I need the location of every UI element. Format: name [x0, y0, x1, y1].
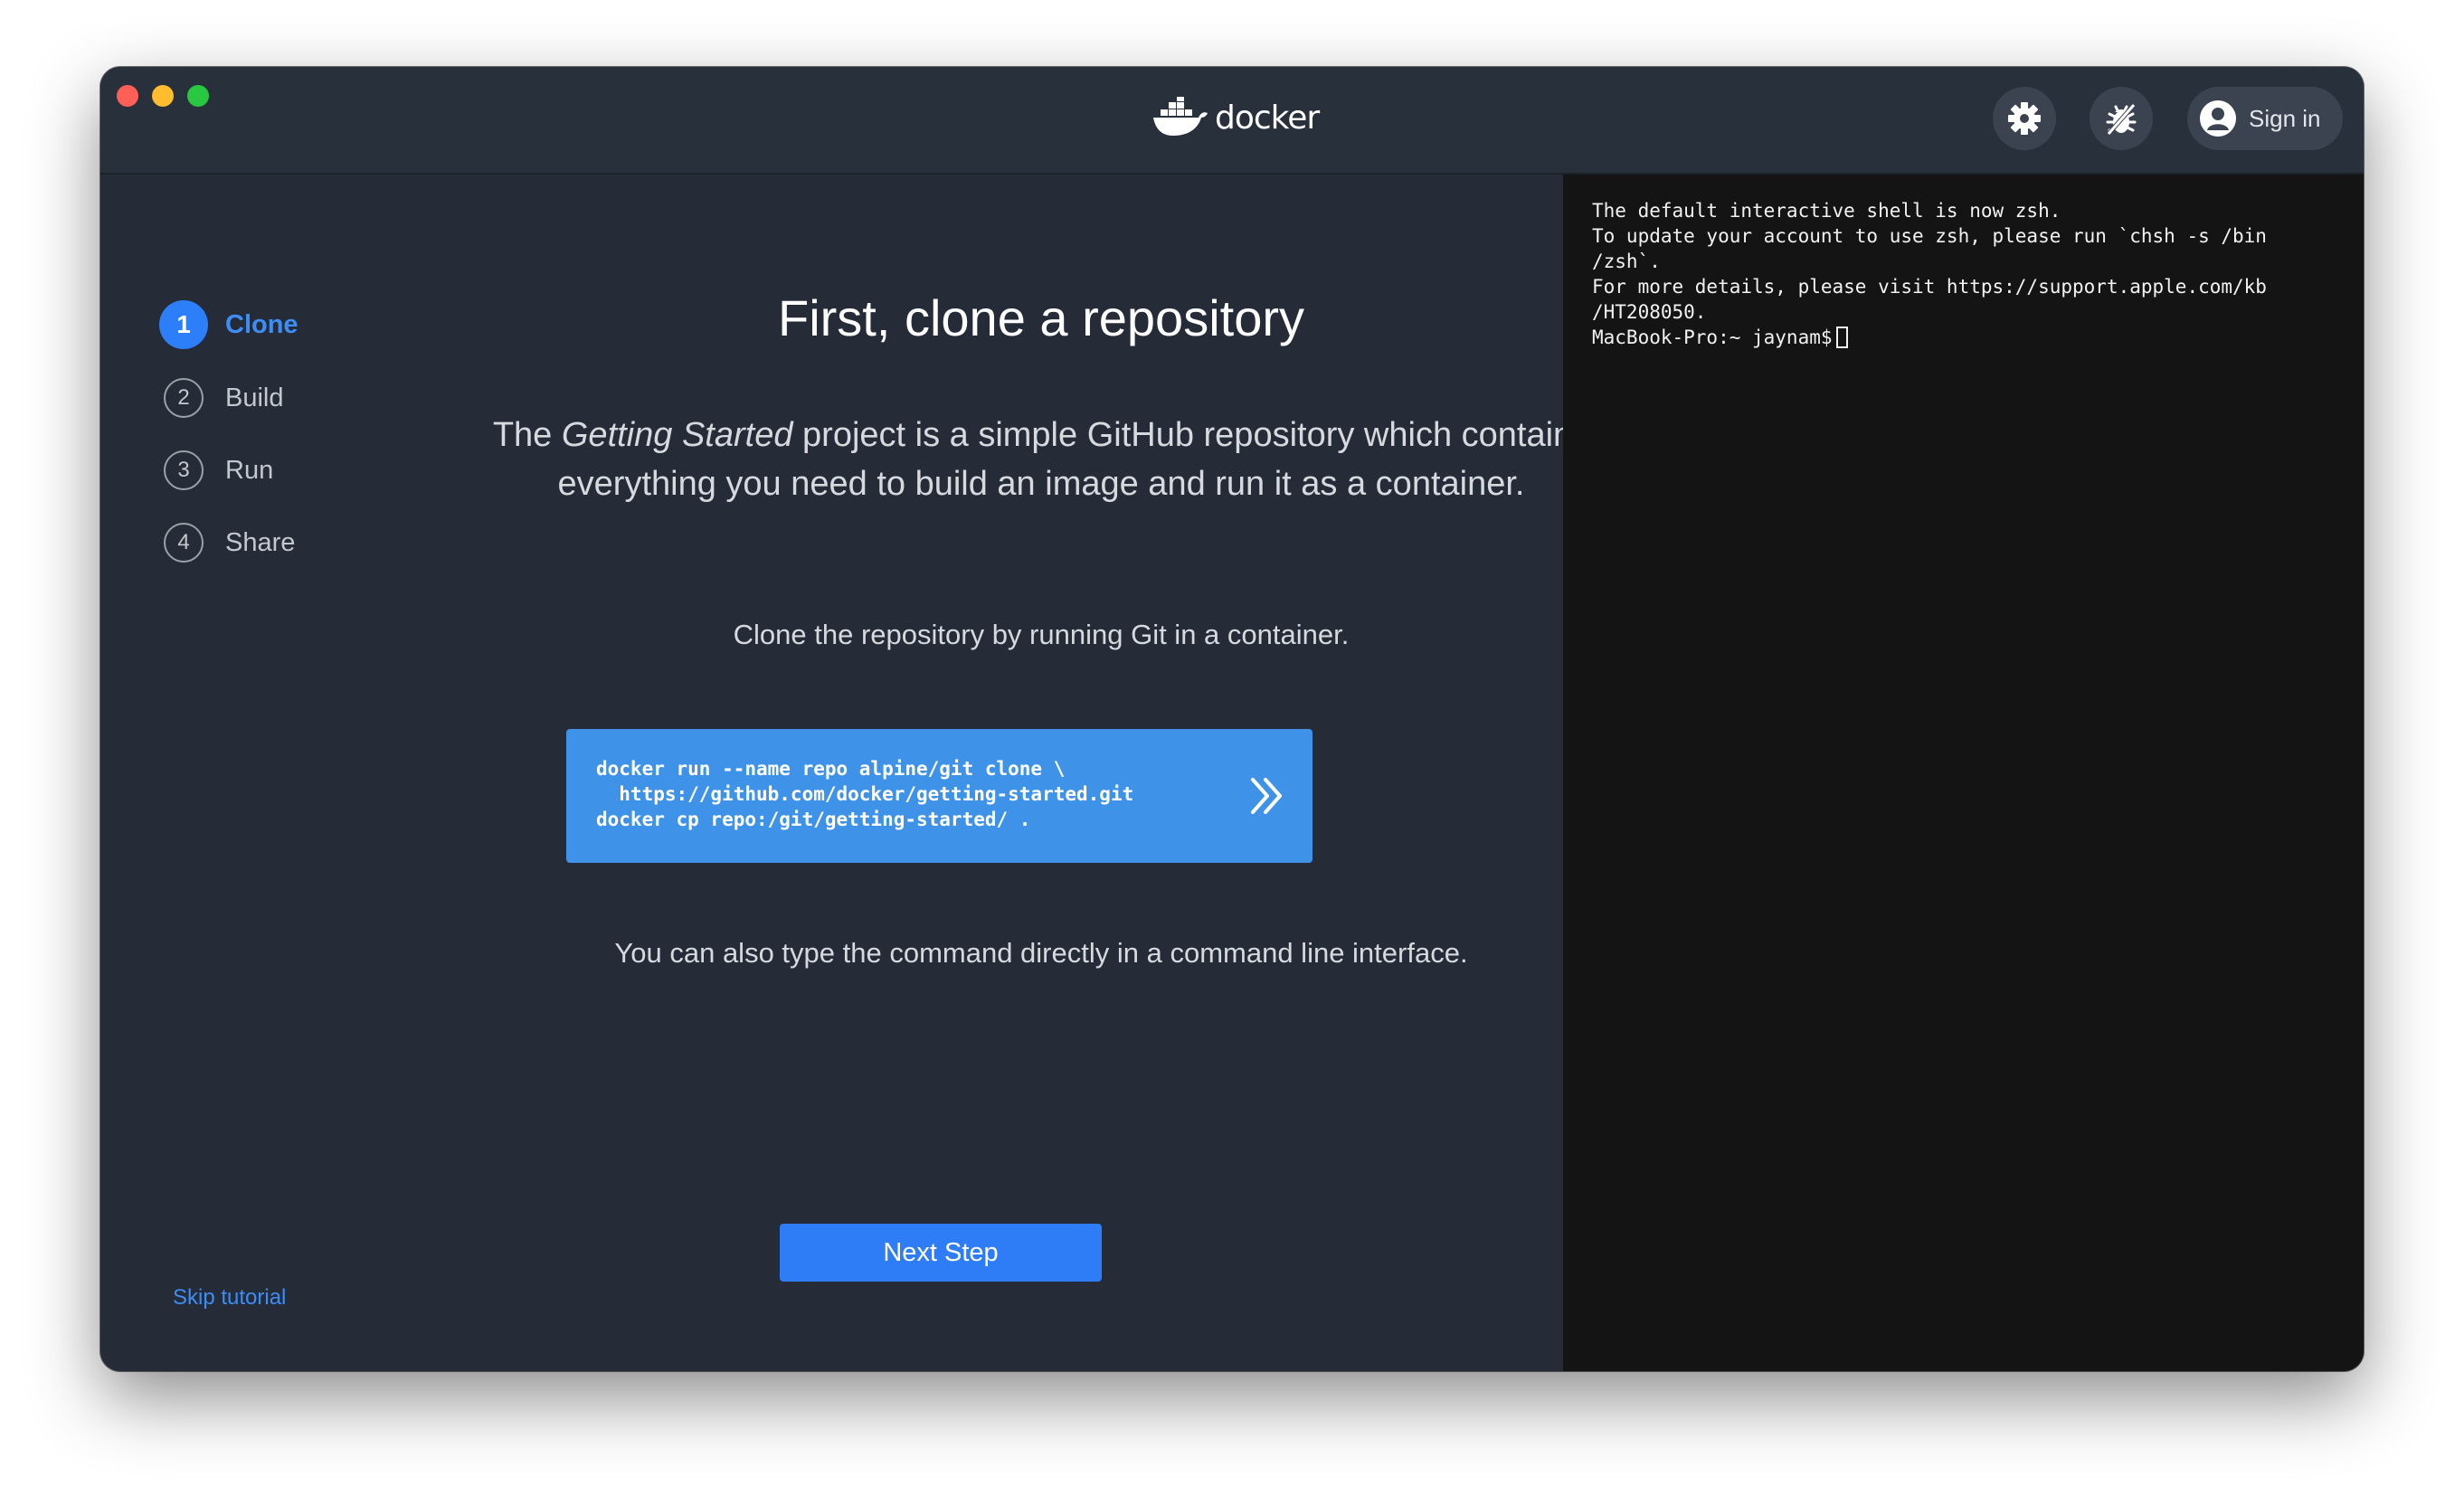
- double-chevron-right-icon[interactable]: [1249, 776, 1285, 816]
- minimize-window-button[interactable]: [152, 85, 174, 107]
- command-line: https://github.com/docker/getting-starte…: [596, 783, 1134, 805]
- sidebar-step-build[interactable]: 2 Build: [164, 378, 284, 418]
- settings-button[interactable]: [1993, 87, 2056, 150]
- terminal-line: /zsh`.: [1592, 251, 1661, 272]
- terminal-panel[interactable]: The default interactive shell is now zsh…: [1563, 175, 2364, 1371]
- title-bar: docker Sign in: [100, 67, 2364, 175]
- terminal-line: The default interactive shell is now zsh…: [1592, 200, 2061, 222]
- terminal-line: For more details, please visit https://s…: [1592, 276, 2267, 298]
- sign-in-button[interactable]: Sign in: [2187, 87, 2343, 150]
- cli-hint: You can also type the command directly i…: [614, 937, 1468, 969]
- intro-emphasis: Getting Started: [561, 416, 793, 454]
- command-line: docker cp repo:/git/getting-started/ .: [596, 809, 1031, 830]
- terminal-prompt: MacBook-Pro:~ jaynam$: [1592, 327, 1833, 348]
- step-number: 3: [164, 450, 204, 490]
- terminal-prompt-line: MacBook-Pro:~ jaynam$: [1592, 325, 2364, 350]
- user-avatar-icon: [2200, 100, 2236, 137]
- docker-whale-icon: [1153, 97, 1208, 136]
- next-step-button[interactable]: Next Step: [780, 1224, 1102, 1282]
- step-number: 2: [164, 378, 204, 418]
- sidebar-step-run[interactable]: 3 Run: [164, 450, 273, 490]
- docker-desktop-window: docker Sign in 1 Clone 2 Build 3 Run 4 S…: [100, 67, 2364, 1371]
- command-box[interactable]: docker run --name repo alpine/git clone …: [566, 729, 1313, 863]
- step-label: Build: [225, 383, 284, 412]
- step-number: 4: [164, 523, 204, 563]
- docker-logo: docker: [1151, 94, 1320, 141]
- gear-icon: [2008, 102, 2041, 135]
- troubleshoot-button[interactable]: [2090, 87, 2153, 150]
- step-number: 1: [159, 300, 208, 349]
- intro-paragraph: The Getting Started project is a simple …: [444, 411, 1638, 508]
- sidebar-step-clone[interactable]: 1 Clone: [159, 300, 299, 349]
- step-label: Clone: [225, 309, 299, 339]
- intro-prefix: The: [492, 416, 562, 454]
- page-title: First, clone a repository: [778, 289, 1304, 346]
- terminal-cursor: [1835, 327, 1848, 348]
- close-window-button[interactable]: [117, 85, 138, 107]
- terminal-line: To update your account to use zsh, pleas…: [1592, 225, 2267, 247]
- zoom-window-button[interactable]: [187, 85, 209, 107]
- skip-tutorial-link[interactable]: Skip tutorial: [173, 1285, 286, 1311]
- terminal-line: /HT208050.: [1592, 301, 1707, 323]
- clone-hint: Clone the repository by running Git in a…: [733, 619, 1350, 650]
- docker-wordmark: docker: [1215, 99, 1320, 137]
- step-label: Share: [225, 527, 296, 557]
- step-label: Run: [225, 455, 274, 485]
- sign-in-label: Sign in: [2249, 104, 2321, 132]
- sidebar-step-share[interactable]: 4 Share: [164, 523, 295, 563]
- bug-icon: [2106, 103, 2137, 136]
- command-line: docker run --name repo alpine/git clone …: [596, 758, 1066, 780]
